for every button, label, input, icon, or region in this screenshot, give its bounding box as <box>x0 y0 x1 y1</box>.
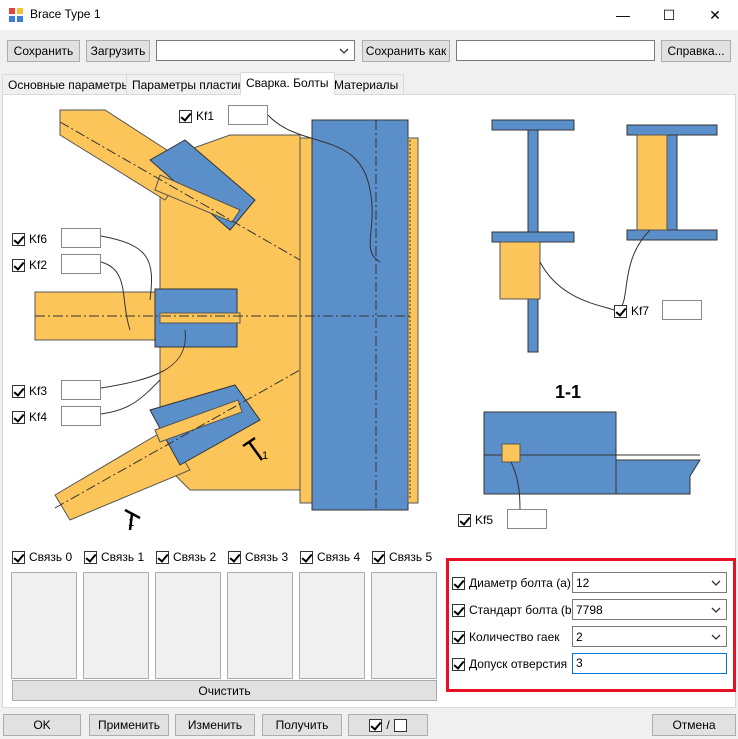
minimize-button[interactable]: — <box>600 0 646 30</box>
chevron-down-icon <box>339 48 349 54</box>
check-icon <box>614 304 627 318</box>
maximize-icon: ☐ <box>662 6 676 23</box>
check-icon <box>452 603 465 617</box>
kf3-input[interactable] <box>61 380 101 400</box>
check-icon <box>12 258 25 272</box>
brace-0-panel <box>11 572 77 679</box>
weld-kf5[interactable]: Kf5 <box>458 513 493 527</box>
bolt-standard-toggle[interactable]: Стандарт болта (b) <box>452 603 576 617</box>
unchecked-icon <box>393 718 407 732</box>
section-1-1 <box>483 411 701 511</box>
check-icon <box>12 410 25 424</box>
brace-4-panel <box>299 572 365 679</box>
window-title: Brace Type 1 <box>30 7 101 21</box>
chevron-down-icon <box>711 634 721 640</box>
check-icon <box>300 550 313 564</box>
section-mark-b: 1 <box>128 517 135 529</box>
save-as-button[interactable]: Сохранить как <box>362 40 450 62</box>
kf7-input[interactable] <box>662 300 702 320</box>
kf5-input[interactable] <box>507 509 547 529</box>
app-icon <box>9 8 23 22</box>
bolt-diameter-toggle[interactable]: Диаметр болта (a) <box>452 576 571 590</box>
check-all-toggle[interactable]: / <box>348 714 428 736</box>
save-as-name-input[interactable] <box>456 40 655 61</box>
bolt-standard-select[interactable]: 7798 <box>572 599 727 620</box>
brace-5-panel <box>371 572 437 679</box>
check-icon <box>84 550 97 564</box>
save-button[interactable]: Сохранить <box>7 40 80 62</box>
section-mark-a: 1 <box>262 450 269 462</box>
brace-5-toggle[interactable]: Связь 5 <box>372 550 432 564</box>
check-icon <box>452 576 465 590</box>
check-icon <box>372 550 385 564</box>
brace-1-toggle[interactable]: Связь 1 <box>84 550 144 564</box>
check-icon <box>452 657 465 671</box>
weld-kf6[interactable]: Kf6 <box>12 232 47 246</box>
brace-1-panel <box>83 572 149 679</box>
check-icon <box>12 384 25 398</box>
hole-tolerance-input[interactable]: 3 <box>572 653 727 674</box>
bolt-diameter-select[interactable]: 12 <box>572 572 727 593</box>
brace-3-panel <box>227 572 293 679</box>
nut-count-toggle[interactable]: Количество гаек <box>452 630 560 644</box>
get-button[interactable]: Получить <box>262 714 342 736</box>
brace-0-toggle[interactable]: Связь 0 <box>12 550 72 564</box>
check-icon <box>228 550 241 564</box>
tab-main-params[interactable]: Основные параметры <box>2 74 137 94</box>
check-icon <box>452 630 465 644</box>
tab-materials[interactable]: Материалы <box>328 74 405 94</box>
brace-2-panel <box>155 572 221 679</box>
hole-tolerance-toggle[interactable]: Допуск отверстия <box>452 657 567 671</box>
close-icon: ✕ <box>709 6 721 23</box>
weld-kf1[interactable]: Kf1 <box>179 109 214 123</box>
weld-kf7[interactable]: Kf7 <box>614 304 649 318</box>
column-web <box>311 119 409 511</box>
section-label: 1-1 <box>555 382 582 402</box>
tab-welds-bolts[interactable]: Сварка. Болты <box>240 72 335 95</box>
check-icon <box>156 550 169 564</box>
nut-count-select[interactable]: 2 <box>572 626 727 647</box>
check-icon <box>179 109 192 123</box>
kf1-input[interactable] <box>228 105 268 125</box>
brace-3-toggle[interactable]: Связь 3 <box>228 550 288 564</box>
maximize-button[interactable]: ☐ <box>646 0 692 30</box>
weld-kf2[interactable]: Kf2 <box>12 258 47 272</box>
kf2-input[interactable] <box>61 254 101 274</box>
chevron-down-icon <box>711 580 721 586</box>
checked-icon <box>369 718 383 732</box>
chevron-down-icon <box>711 607 721 613</box>
weld-kf3[interactable]: Kf3 <box>12 384 47 398</box>
preset-select[interactable] <box>156 40 355 61</box>
title-bar: Brace Type 1 — ☐ ✕ <box>0 0 738 30</box>
brace-4-toggle[interactable]: Связь 4 <box>300 550 360 564</box>
clear-button[interactable]: Очистить <box>12 680 437 701</box>
apply-button[interactable]: Применить <box>89 714 169 736</box>
cancel-button[interactable]: Отмена <box>652 714 736 736</box>
minimize-icon: — <box>616 7 630 23</box>
kf4-input[interactable] <box>61 406 101 426</box>
check-icon <box>458 513 471 527</box>
kf6-input[interactable] <box>61 228 101 248</box>
brace-2-toggle[interactable]: Связь 2 <box>156 550 216 564</box>
modify-button[interactable]: Изменить <box>175 714 255 736</box>
check-icon <box>12 232 25 246</box>
check-icon <box>12 550 25 564</box>
weld-kf4[interactable]: Kf4 <box>12 410 47 424</box>
tab-plate-params[interactable]: Параметры пластин <box>126 74 251 94</box>
ok-button[interactable]: OK <box>3 714 81 736</box>
load-button[interactable]: Загрузить <box>86 40 150 62</box>
help-button[interactable]: Справка... <box>661 40 731 62</box>
close-button[interactable]: ✕ <box>692 0 738 30</box>
